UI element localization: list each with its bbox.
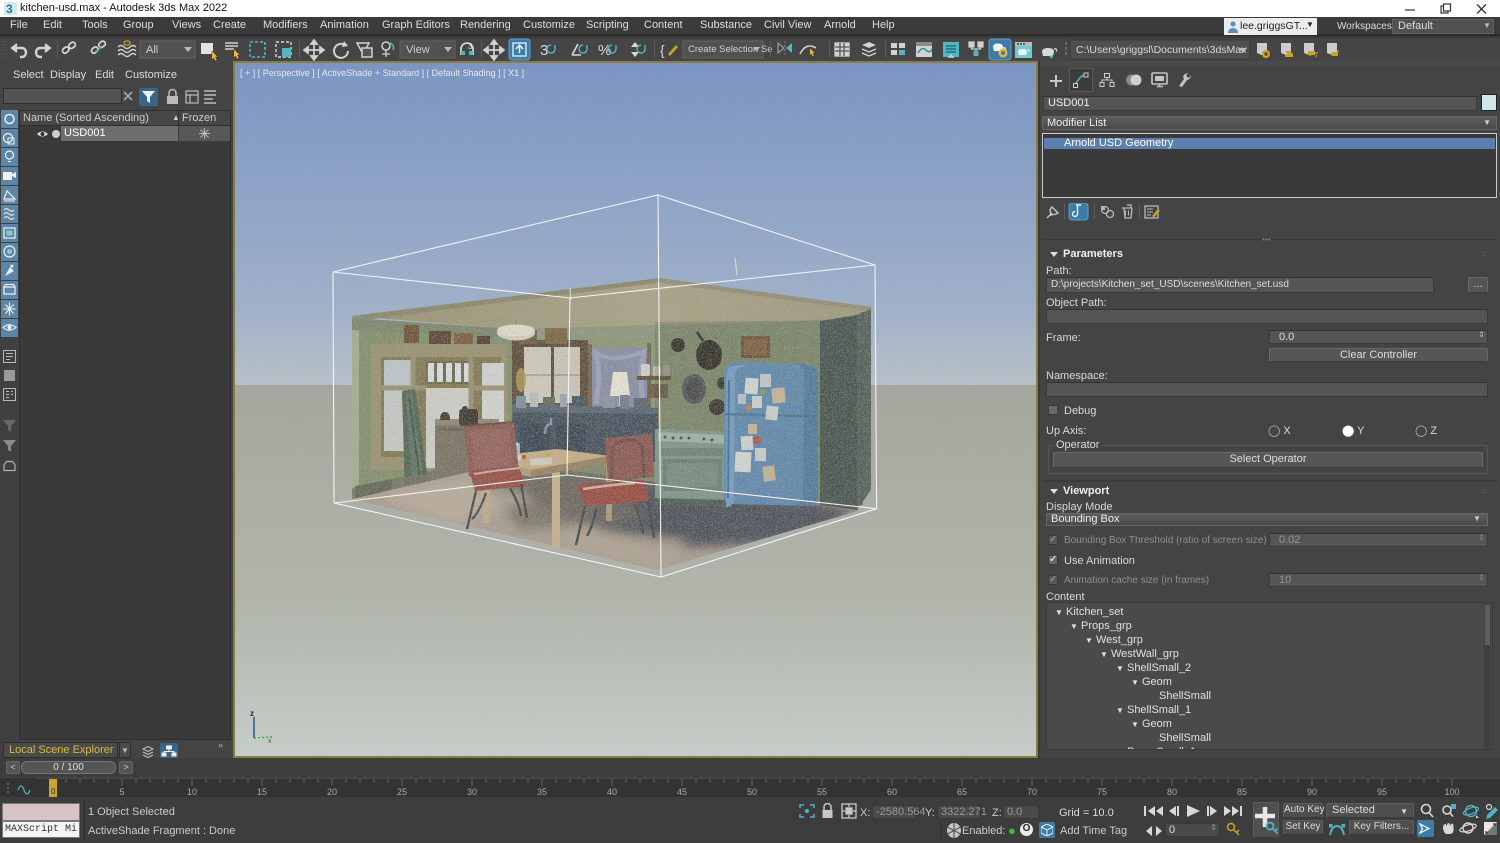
svg-text:All: All xyxy=(146,44,158,56)
svg-text:75: 75 xyxy=(1097,787,1107,797)
svg-text:95: 95 xyxy=(1377,787,1387,797)
svg-text:40: 40 xyxy=(607,787,617,797)
svg-text:35: 35 xyxy=(537,787,547,797)
svg-text:85: 85 xyxy=(1237,787,1247,797)
svg-text:0: 0 xyxy=(51,787,56,796)
svg-text:%: % xyxy=(598,42,611,59)
svg-text:100: 100 xyxy=(1444,787,1459,797)
svg-text:80: 80 xyxy=(1167,787,1177,797)
svg-text:3: 3 xyxy=(468,42,473,51)
svg-text:60: 60 xyxy=(887,787,897,797)
svg-text:20: 20 xyxy=(327,787,337,797)
svg-text:15: 15 xyxy=(257,787,267,797)
svg-text:50: 50 xyxy=(747,787,757,797)
svg-text:x: x xyxy=(268,738,272,745)
svg-text:30: 30 xyxy=(467,787,477,797)
svg-text:10: 10 xyxy=(187,787,197,797)
svg-text:5: 5 xyxy=(119,787,124,797)
svg-text:45: 45 xyxy=(677,787,687,797)
svg-text:Create Selection Se: Create Selection Se xyxy=(688,44,773,55)
svg-text:C:\Users\griggsl\Documents\3ds: C:\Users\griggsl\Documents\3dsMax xyxy=(1076,44,1247,56)
svg-text:View: View xyxy=(406,44,430,56)
svg-text:25: 25 xyxy=(397,787,407,797)
svg-text:90: 90 xyxy=(1307,787,1317,797)
svg-text:55: 55 xyxy=(817,787,827,797)
svg-text:z: z xyxy=(250,709,254,718)
svg-text:70: 70 xyxy=(1027,787,1037,797)
svg-text:3: 3 xyxy=(6,2,13,15)
svg-text:65: 65 xyxy=(957,787,967,797)
svg-text:[ + ] [ Perspective ] [ Active: [ + ] [ Perspective ] [ ActiveShade + St… xyxy=(240,68,524,78)
svg-text:{: { xyxy=(660,42,665,58)
